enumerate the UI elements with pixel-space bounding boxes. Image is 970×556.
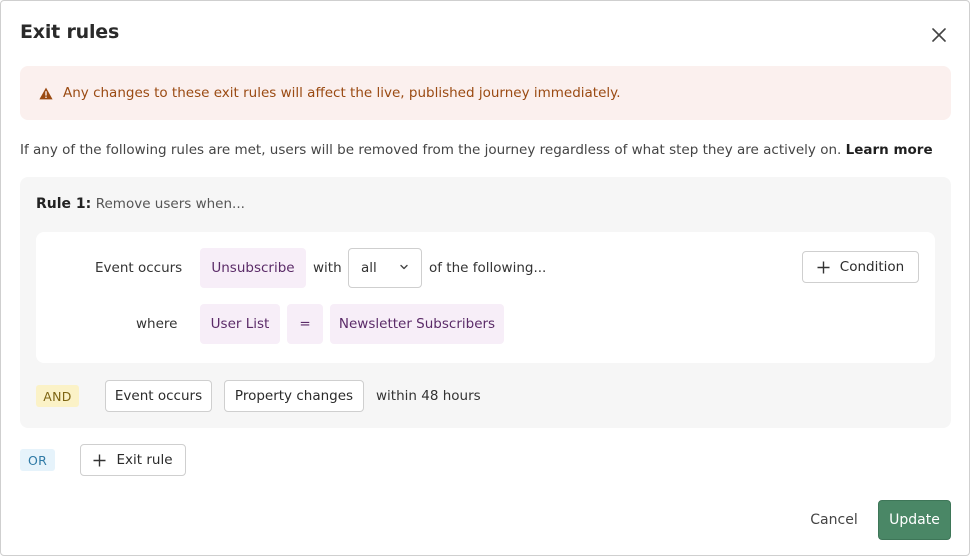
- rule-number: Rule 1:: [36, 196, 92, 212]
- within-text: within 48 hours: [376, 388, 481, 404]
- where-label: where: [136, 316, 178, 332]
- with-label: with: [313, 260, 342, 276]
- plus-icon: [93, 454, 106, 467]
- rule-card: Rule 1: Remove users when... Event occur…: [20, 177, 951, 428]
- warning-banner: Any changes to these exit rules will aff…: [20, 66, 951, 120]
- chevron-down-icon: [400, 264, 408, 270]
- condition-panel: Event occurs Unsubscribe with all of the…: [36, 232, 935, 363]
- following-label: of the following...: [429, 260, 547, 276]
- match-select[interactable]: all: [348, 248, 422, 288]
- exit-rules-dialog: Exit rules Any changes to these exit rul…: [0, 0, 970, 556]
- learn-more-link[interactable]: Learn more: [846, 142, 933, 158]
- add-property-changes-button[interactable]: Property changes: [224, 380, 364, 412]
- cancel-button[interactable]: Cancel: [801, 501, 867, 539]
- info-text: If any of the following rules are met, u…: [20, 142, 960, 158]
- add-condition-label: Condition: [839, 259, 905, 275]
- plus-icon: [817, 261, 830, 274]
- add-exit-rule-label: Exit rule: [116, 452, 173, 468]
- event-occurs-label: Event occurs: [95, 260, 183, 276]
- info-description: If any of the following rules are met, u…: [20, 142, 842, 158]
- dialog-title: Exit rules: [20, 21, 120, 43]
- or-badge: OR: [20, 449, 55, 471]
- property-chip[interactable]: User List: [200, 304, 280, 344]
- event-chip[interactable]: Unsubscribe: [200, 248, 306, 288]
- rule-heading: Rule 1: Remove users when...: [36, 196, 245, 212]
- rule-subtitle: Remove users when...: [95, 196, 245, 212]
- match-select-value: all: [361, 260, 377, 276]
- and-badge: AND: [36, 385, 79, 407]
- warning-text: Any changes to these exit rules will aff…: [63, 85, 621, 101]
- value-chip[interactable]: Newsletter Subscribers: [330, 304, 504, 344]
- warning-triangle-icon: [39, 87, 53, 99]
- add-event-occurs-button[interactable]: Event occurs: [105, 380, 212, 412]
- add-condition-button[interactable]: Condition: [802, 251, 919, 283]
- update-button[interactable]: Update: [878, 500, 951, 540]
- operator-chip[interactable]: =: [287, 304, 323, 344]
- add-exit-rule-button[interactable]: Exit rule: [80, 444, 186, 476]
- close-button[interactable]: [925, 21, 953, 49]
- close-icon[interactable]: [932, 28, 946, 42]
